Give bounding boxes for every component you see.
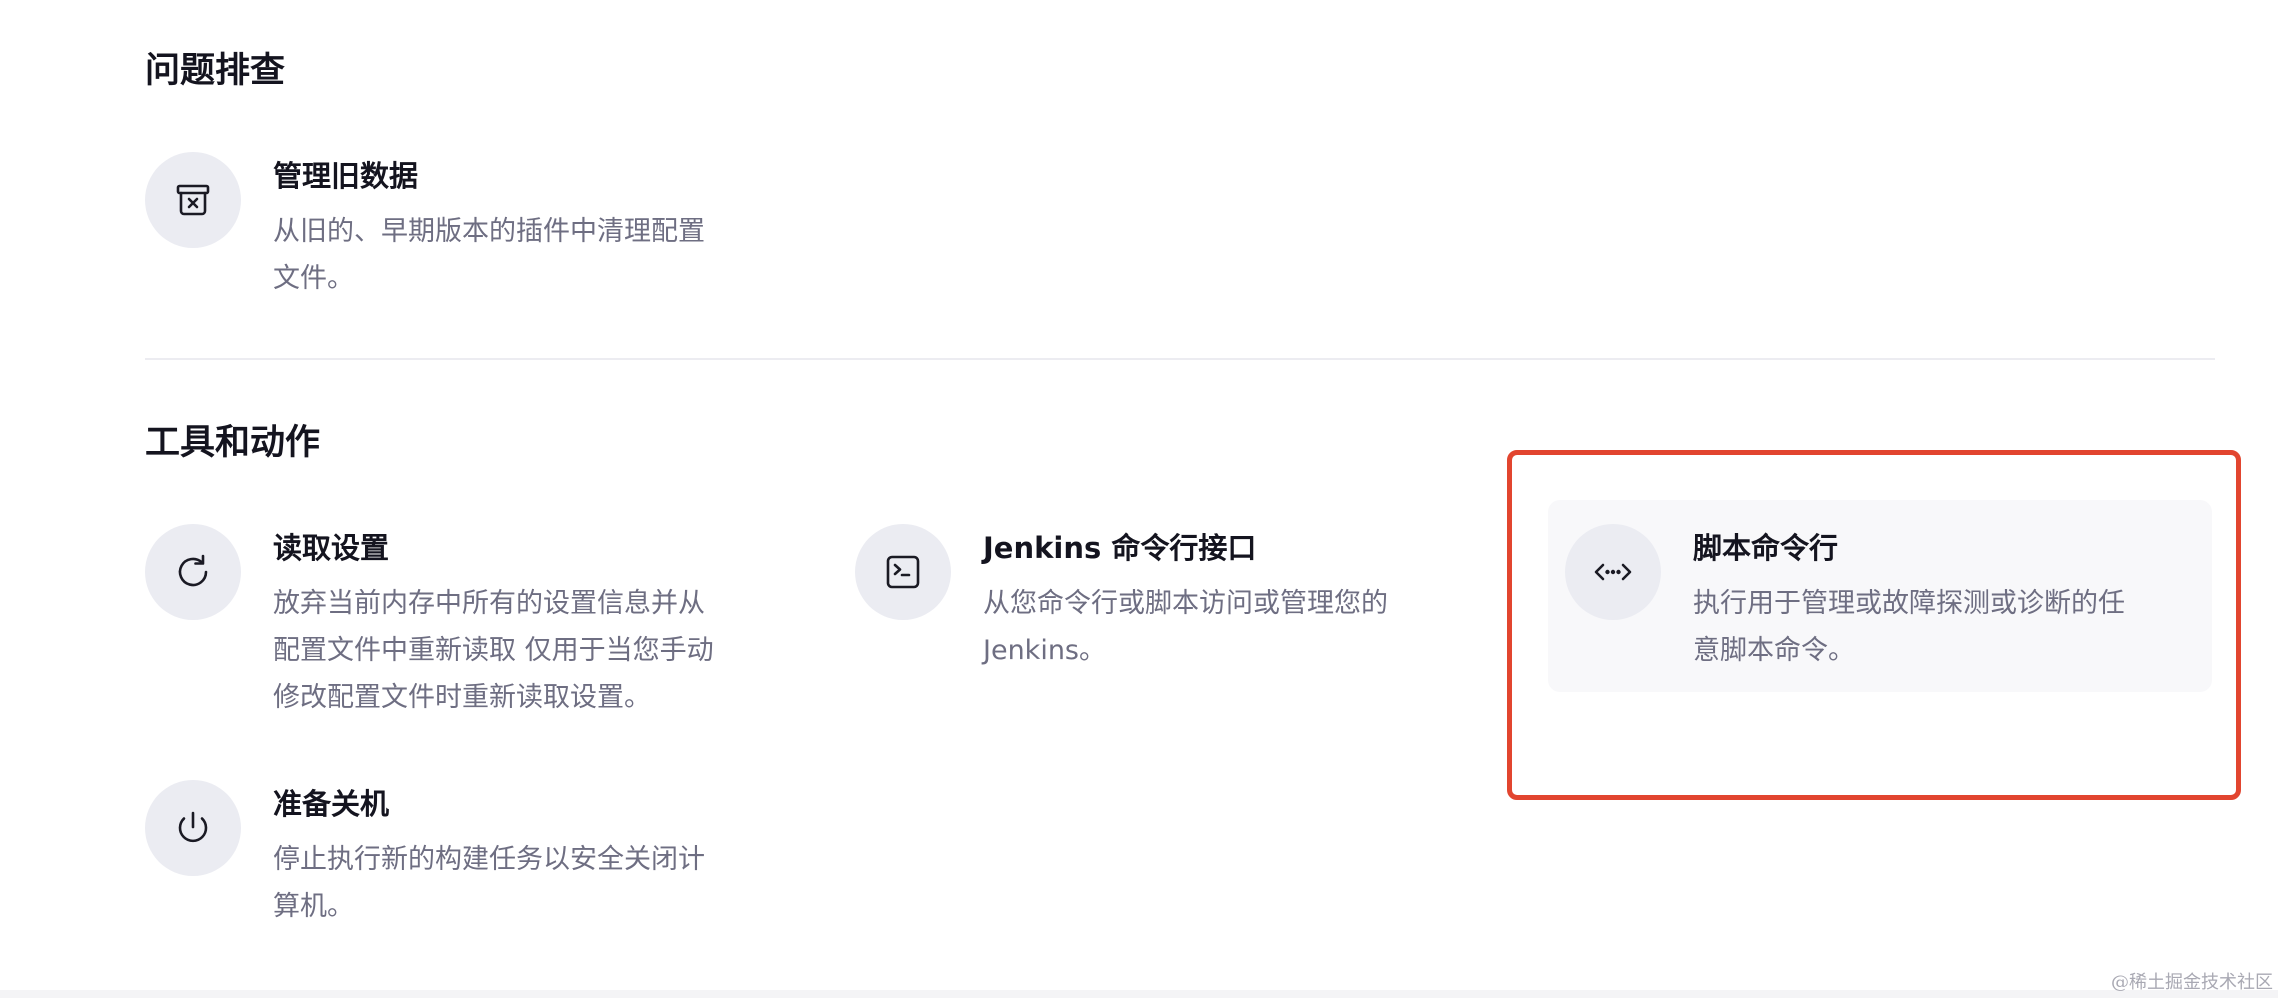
section-title-troubleshooting: 问题排查: [145, 51, 286, 91]
item-description: 放弃当前内存中所有的设置信息并从 配置文件中重新读取 仅用于当您手动 修改配置文…: [273, 580, 773, 721]
item-description: 从旧的、早期版本的插件中清理配置 文件。: [273, 208, 773, 302]
archive-x-icon: [145, 152, 241, 248]
section-title-tools: 工具和动作: [145, 423, 321, 463]
jenkins-cli-item[interactable]: Jenkins 命令行接口 从您命令行或脚本访问或管理您的 Jenkins。: [855, 524, 1495, 734]
manage-old-data-item[interactable]: 管理旧数据 从旧的、早期版本的插件中清理配置 文件。: [145, 152, 785, 362]
item-description-line: 从您命令行或脚本访问或管理您的: [983, 588, 1388, 619]
item-description-line: 放弃当前内存中所有的设置信息并从: [273, 588, 705, 619]
manage-jenkins-page: 问题排查 管理旧数据 从旧的、早期版本的插件中清理配置 文件。 工具和动作 读取…: [0, 0, 2278, 998]
reload-configuration-item[interactable]: 读取设置 放弃当前内存中所有的设置信息并从 配置文件中重新读取 仅用于当您手动 …: [145, 524, 785, 734]
highlight-annotation-box: [1507, 450, 2241, 800]
item-description-line: 算机。: [273, 891, 354, 922]
item-description: 停止执行新的构建任务以安全关闭计 算机。: [273, 836, 773, 930]
item-description-line: 从旧的、早期版本的插件中清理配置: [273, 216, 705, 247]
bottom-scroll-edge: [0, 990, 2278, 998]
reload-icon: [145, 524, 241, 620]
item-description-line: 文件。: [273, 263, 354, 294]
prepare-shutdown-item[interactable]: 准备关机 停止执行新的构建任务以安全关闭计 算机。: [145, 780, 785, 990]
item-description: 从您命令行或脚本访问或管理您的 Jenkins。: [983, 580, 1483, 674]
item-title: 读取设置: [273, 531, 390, 565]
item-title: Jenkins 命令行接口: [983, 531, 1257, 565]
item-title: 管理旧数据: [273, 159, 419, 193]
item-description-line: 停止执行新的构建任务以安全关闭计: [273, 844, 705, 875]
item-description-line: 配置文件中重新读取 仅用于当您手动: [273, 635, 714, 666]
terminal-icon: [855, 524, 951, 620]
power-icon: [145, 780, 241, 876]
item-title: 准备关机: [273, 787, 390, 821]
watermark: @稀土掘金技术社区: [2111, 972, 2273, 993]
section-divider: [145, 358, 2215, 360]
item-description-line: 修改配置文件时重新读取设置。: [273, 682, 651, 713]
item-description-line: Jenkins。: [983, 635, 1107, 666]
